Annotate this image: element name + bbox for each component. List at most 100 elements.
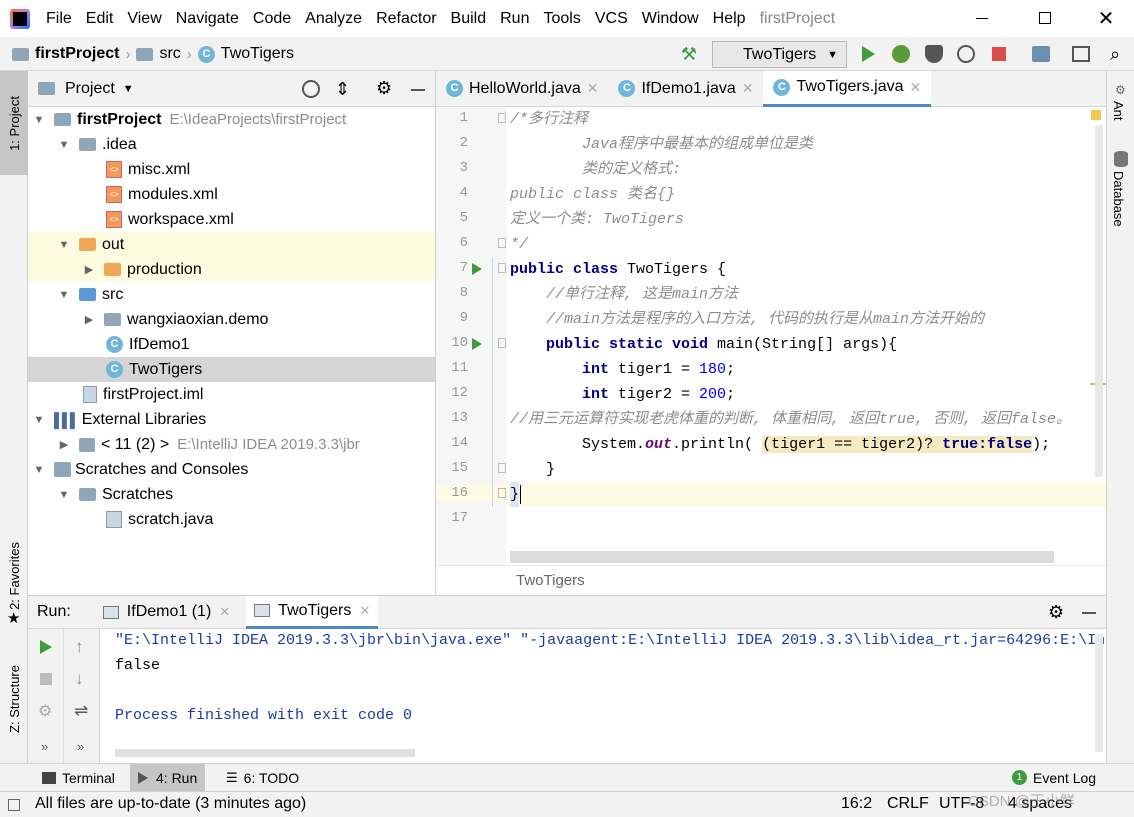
fold-marker[interactable]: [498, 463, 506, 473]
tree-item-iml[interactable]: firstProject.iml: [28, 382, 435, 407]
coverage-icon[interactable]: [925, 45, 943, 63]
close-button[interactable]: ✕: [1094, 6, 1118, 30]
search-icon[interactable]: ⌕: [1104, 43, 1126, 65]
project-toolwindow-button[interactable]: 1: Project: [0, 71, 28, 175]
close-icon[interactable]: ✕: [219, 604, 230, 620]
tree-item-misc-xml[interactable]: <> misc.xml: [28, 157, 435, 182]
tree-item-src[interactable]: ▼ src: [28, 282, 435, 307]
structure-toolwindow-button[interactable]: Z: Structure: [0, 646, 28, 751]
menu-refactor[interactable]: Refactor: [376, 10, 436, 28]
tab-helloworld[interactable]: C HelloWorld.java ✕: [436, 71, 608, 107]
fold-marker[interactable]: [498, 263, 506, 273]
vertical-scrollbar[interactable]: [1095, 634, 1103, 752]
collapse-all-icon[interactable]: ⇕: [335, 79, 350, 100]
tree-item-scratch-java[interactable]: scratch.java: [28, 507, 435, 532]
menu-window[interactable]: Window: [642, 10, 699, 28]
dump-threads-icon[interactable]: ⚙: [38, 701, 52, 721]
menu-analyze[interactable]: Analyze: [305, 10, 362, 28]
fold-marker[interactable]: [498, 488, 506, 498]
horizontal-scrollbar[interactable]: [115, 749, 415, 757]
tree-item-out[interactable]: ▼ out: [28, 232, 435, 257]
maximize-button[interactable]: [1033, 8, 1057, 28]
more-icon[interactable]: »: [77, 739, 84, 754]
horizontal-scrollbar[interactable]: [510, 551, 1054, 563]
more-icon[interactable]: »: [41, 739, 48, 754]
project-structure-icon[interactable]: [1032, 46, 1050, 62]
run-configuration-select[interactable]: TwoTigers ▼: [712, 41, 847, 68]
vertical-scrollbar[interactable]: [1095, 125, 1103, 477]
terminal-toolwindow-button[interactable]: Terminal: [36, 764, 121, 791]
run-console[interactable]: "E:\IntelliJ IDEA 2019.3.3\jbr\bin\java.…: [100, 629, 1106, 763]
rerun-icon[interactable]: [40, 640, 52, 654]
menu-view[interactable]: View: [127, 10, 161, 28]
run-tab-ifdemo1[interactable]: IfDemo1 (1) ✕: [95, 596, 238, 629]
minimize-button[interactable]: [970, 8, 994, 28]
hide-panel-icon[interactable]: [411, 89, 425, 91]
event-log-button[interactable]: 1 Event Log: [1006, 764, 1102, 791]
menu-code[interactable]: Code: [253, 10, 291, 28]
run-toolwindow-button[interactable]: 4: Run: [130, 764, 206, 791]
close-icon[interactable]: ✕: [909, 79, 921, 96]
database-toolwindow-button[interactable]: Database: [1111, 171, 1131, 241]
menu-run[interactable]: Run: [500, 10, 529, 28]
tab-twotigers[interactable]: C TwoTigers.java ✕: [763, 70, 932, 107]
tree-item-scratches-consoles[interactable]: ▼ Scratches and Consoles: [28, 457, 435, 482]
status-toggle-icon[interactable]: [8, 799, 20, 811]
tree-item-package[interactable]: ▶ wangxiaoxian.demo: [28, 307, 435, 332]
tree-item-modules-xml[interactable]: <> modules.xml: [28, 182, 435, 207]
close-icon[interactable]: ✕: [359, 603, 370, 619]
arrow-down-icon[interactable]: ↓: [75, 669, 84, 689]
stop-icon[interactable]: [40, 673, 52, 685]
locate-target-icon[interactable]: [302, 80, 320, 98]
tree-item-scratches[interactable]: ▼ Scratches: [28, 482, 435, 507]
run-icon[interactable]: [862, 46, 875, 62]
run-tab-twotigers[interactable]: TwoTigers ✕: [246, 595, 379, 629]
fold-marker[interactable]: [498, 238, 506, 248]
tree-item-external-libraries[interactable]: ▼ ▌▌▌ External Libraries: [28, 407, 435, 432]
run-gutter-icon[interactable]: [472, 263, 482, 275]
soft-wrap-icon[interactable]: ⇌: [74, 701, 88, 721]
menu-tools[interactable]: Tools: [543, 10, 580, 28]
build-hammer-icon[interactable]: ⚒: [678, 43, 700, 65]
menu-file[interactable]: File: [46, 10, 72, 28]
code-editor[interactable]: 1 2 3 4 5 6 7 8 9 10 11 12 13 14 15 16 1…: [436, 107, 1106, 565]
inspection-status-icon[interactable]: [1091, 110, 1101, 120]
tree-item-idea[interactable]: ▼ .idea: [28, 132, 435, 157]
close-icon[interactable]: ✕: [587, 80, 599, 97]
project-view-selector[interactable]: Project: [65, 80, 115, 98]
menu-build[interactable]: Build: [451, 10, 487, 28]
caret-position[interactable]: 16:2: [841, 795, 872, 813]
tree-item-workspace-xml[interactable]: <> workspace.xml: [28, 207, 435, 232]
chevron-down-icon: ▼: [58, 238, 70, 251]
arrow-up-icon[interactable]: ↑: [75, 637, 84, 657]
stop-icon[interactable]: [992, 47, 1006, 61]
chevron-down-icon[interactable]: ▼: [123, 83, 134, 95]
breadcrumb-project[interactable]: firstProject: [35, 45, 119, 63]
run-gutter-icon[interactable]: [472, 338, 482, 350]
gear-icon[interactable]: ⚙: [376, 78, 392, 99]
debug-icon[interactable]: [892, 45, 910, 63]
gear-icon[interactable]: ⚙: [1048, 602, 1064, 623]
line-separator[interactable]: CRLF: [887, 795, 929, 813]
breadcrumb-src[interactable]: src: [159, 45, 180, 63]
menu-help[interactable]: Help: [713, 10, 746, 28]
close-icon[interactable]: ✕: [742, 80, 754, 97]
menu-navigate[interactable]: Navigate: [176, 10, 239, 28]
layout-icon[interactable]: [1072, 46, 1090, 62]
ant-toolwindow-button[interactable]: Ant: [1111, 101, 1131, 131]
tree-item-firstproject[interactable]: ▼ firstProject E:\IdeaProjects\firstProj…: [28, 107, 435, 132]
menu-edit[interactable]: Edit: [86, 10, 114, 28]
menu-vcs[interactable]: VCS: [595, 10, 628, 28]
breadcrumb-class[interactable]: TwoTigers: [221, 45, 294, 63]
hide-panel-icon[interactable]: [1082, 612, 1096, 614]
tree-item-jdk[interactable]: ▶ < 11 (2) > E:\IntelliJ IDEA 2019.3.3\j…: [28, 432, 435, 457]
tree-item-twotigers[interactable]: C TwoTigers: [28, 357, 435, 382]
fold-marker[interactable]: [498, 113, 506, 123]
tree-item-production[interactable]: ▶ production: [28, 257, 435, 282]
tab-ifdemo1[interactable]: C IfDemo1.java ✕: [608, 71, 763, 107]
code-line-9: //main方法是程序的入口方法, 代码的执行是从main方法开始的: [510, 311, 985, 328]
fold-marker[interactable]: [498, 338, 506, 348]
profile-icon[interactable]: [957, 45, 975, 63]
tree-item-ifdemo1[interactable]: C IfDemo1: [28, 332, 435, 357]
todo-toolwindow-button[interactable]: ☰ 6: TODO: [220, 764, 305, 791]
